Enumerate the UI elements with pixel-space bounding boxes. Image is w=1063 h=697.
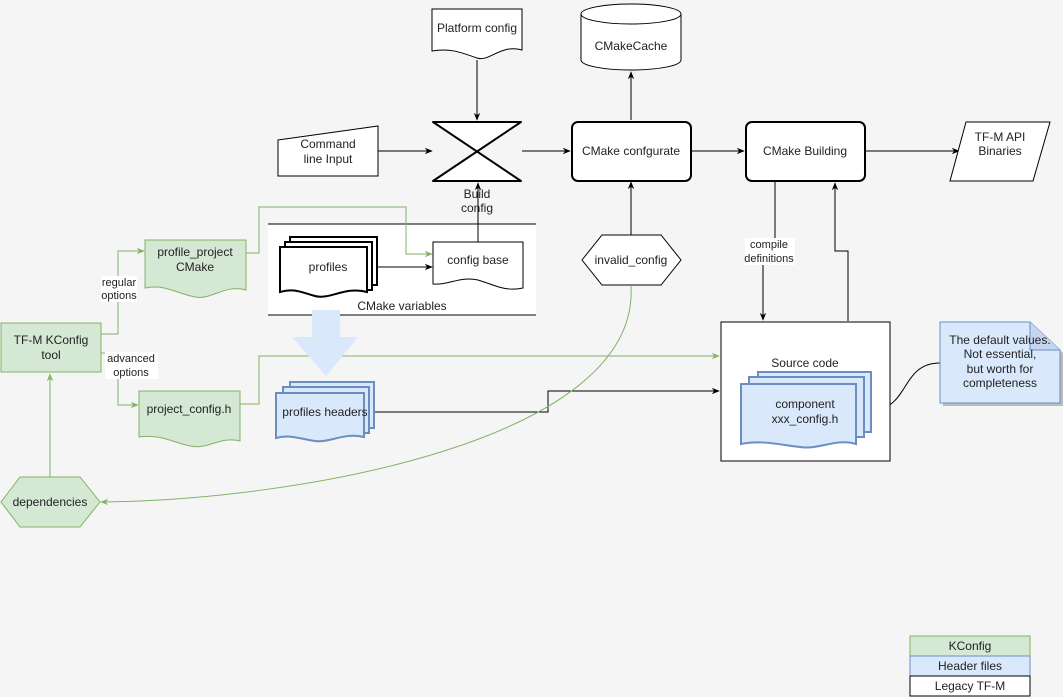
svg-text:Build: Build [464,187,491,201]
node-tfm-kconfig-tool[interactable]: TF-M KConfig tool [0,322,102,373]
node-cmake-configurate[interactable]: CMake confgurate [571,121,692,182]
svg-text:completeness: completeness [963,376,1037,390]
svg-text:profiles: profiles [309,260,348,274]
svg-text:profile_project: profile_project [157,245,233,259]
node-profile-project-cmake[interactable]: profile_project CMake [144,239,247,298]
svg-text:CMake confgurate: CMake confgurate [582,144,680,158]
svg-text:config: config [461,201,493,215]
svg-text:Not essential,: Not essential, [964,347,1037,361]
legend-item-kconfig: KConfig [909,635,1031,657]
svg-text:options: options [113,367,149,379]
svg-text:config base: config base [447,253,509,267]
label-advanced-options: advanced options [105,352,158,379]
svg-text:xxx_config.h: xxx_config.h [772,412,839,426]
svg-text:Header files: Header files [938,659,1002,673]
legend: KConfig Header files Legacy TF-M [909,635,1031,697]
svg-text:component: component [775,397,835,411]
svg-text:Legacy TF-M: Legacy TF-M [935,679,1005,693]
node-platform-config[interactable]: Platform config [431,8,523,60]
label-regular-options: regular options [101,276,137,302]
svg-text:regular: regular [102,277,137,289]
svg-text:advanced: advanced [107,353,155,365]
svg-text:but worth for: but worth for [967,362,1034,376]
svg-text:dependencies: dependencies [13,495,88,509]
svg-text:definitions: definitions [744,253,794,265]
node-component-config[interactable]: component xxx_config.h [740,371,872,449]
node-profiles-headers[interactable]: profiles headers [275,381,375,443]
svg-text:profiles headers: profiles headers [282,405,367,419]
svg-text:project_config.h: project_config.h [147,402,232,416]
diagram-canvas: CMake variables Platform config CMakeCac… [0,3,1063,697]
svg-text:line Input: line Input [304,152,353,166]
svg-text:Source code: Source code [771,356,839,370]
node-profiles[interactable]: profiles [279,236,378,298]
svg-text:invalid_config: invalid_config [595,253,668,267]
legend-item-header-files: Header files [909,655,1031,677]
node-invalid-config[interactable]: invalid_config [581,234,682,286]
svg-text:CMakeCache: CMakeCache [595,39,668,53]
svg-text:The default values.: The default values. [949,333,1050,347]
svg-text:Command: Command [300,137,355,151]
svg-text:tool: tool [41,348,60,362]
svg-text:compile: compile [750,239,788,251]
node-cmake-cache[interactable]: CMakeCache [580,3,682,71]
edge-source-to-building [831,182,849,321]
node-project-config-h[interactable]: project_config.h [138,390,241,448]
svg-text:Platform config: Platform config [437,21,517,35]
node-note[interactable]: The default values. Not essential, but w… [939,321,1063,406]
svg-text:CMake: CMake [176,260,214,274]
node-command-line-input[interactable]: Command line Input [277,125,379,177]
big-down-arrow-icon [292,310,358,376]
cmake-variables-label: CMake variables [357,299,446,313]
node-dependencies[interactable]: dependencies [0,476,101,528]
svg-text:options: options [101,290,137,302]
node-build-config[interactable]: Build config [432,121,522,215]
svg-text:CMake Building: CMake Building [763,144,847,158]
node-cmake-building[interactable]: CMake Building [745,121,866,182]
svg-text:TF-M KConfig: TF-M KConfig [14,333,89,347]
edge-profileheaders-to-source [375,387,720,413]
legend-item-legacy-tfm: Legacy TF-M [909,675,1031,697]
svg-text:KConfig: KConfig [949,639,992,653]
svg-text:TF-M API: TF-M API [975,130,1026,144]
node-tfm-api-binaries[interactable]: TF-M API Binaries [949,121,1051,182]
svg-text:Binaries: Binaries [978,144,1021,158]
label-compile-definitions: compile definitions [744,238,795,265]
